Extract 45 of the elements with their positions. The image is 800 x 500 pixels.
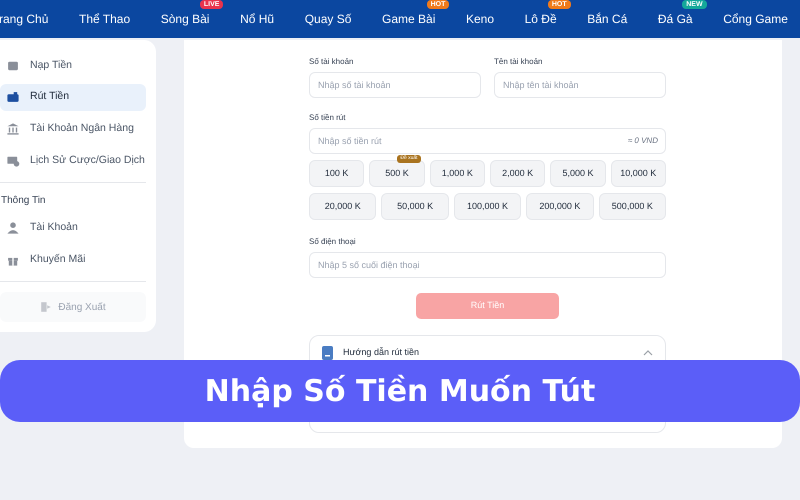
- nav-link[interactable]: Bắn Cá: [587, 12, 628, 26]
- input-field[interactable]: Nhập tên tài khoản: [494, 72, 666, 98]
- guide-title: Hướng dẫn rút tiền: [343, 346, 420, 360]
- sidebar-item[interactable]: Lịch Sử Cược/Giao Dịch: [0, 146, 146, 174]
- chevron-icon[interactable]: [643, 350, 653, 356]
- amount-button[interactable]: 500 K: [369, 160, 425, 187]
- bank-icon: [6, 122, 20, 136]
- amount-button[interactable]: 50,000 K: [381, 193, 449, 220]
- nav-link[interactable]: Lô Đề: [524, 12, 557, 26]
- input-field[interactable]: Nhập số tài khoản: [309, 72, 481, 98]
- field-label: Tên tài khoản: [494, 56, 544, 68]
- field-label: Số tiền rút: [309, 112, 346, 124]
- wallet-icon: [6, 90, 20, 104]
- nav-link[interactable]: Quay Số: [304, 12, 352, 26]
- amount-button[interactable]: 1,000 K: [430, 160, 485, 187]
- nav-link[interactable]: Đá Gà: [658, 12, 693, 26]
- nav-link[interactable]: Sòng Bài: [160, 12, 210, 26]
- user-icon: [6, 221, 20, 236]
- sidebar-item[interactable]: Tài Khoản: [0, 214, 146, 242]
- sidebar-item[interactable]: Rút Tiền: [0, 84, 146, 112]
- amount-button[interactable]: 500,000 K: [598, 193, 666, 220]
- converted-amount: ≈ 0 VND: [628, 136, 658, 146]
- amount-button[interactable]: 100,000 K: [454, 193, 522, 220]
- amount-button[interactable]: 20,000 K: [309, 193, 376, 220]
- sidebar-item[interactable]: Nạp Tiền: [0, 52, 146, 80]
- nav-link[interactable]: Thể Thao: [78, 12, 130, 26]
- nav-link[interactable]: rang Chủ: [0, 12, 48, 26]
- section-heading: Thông Tin: [1, 194, 46, 208]
- nav-link[interactable]: Cổng Game: [723, 12, 788, 26]
- nav-link[interactable]: Game Bài: [382, 12, 436, 26]
- sidebar-item[interactable]: Khuyến Mãi: [0, 246, 146, 274]
- amount-button[interactable]: 100 K: [309, 160, 364, 187]
- amount-button[interactable]: 2,000 K: [490, 160, 546, 187]
- input-field[interactable]: Nhập 5 số cuối điện thoại: [309, 252, 666, 278]
- sidebar-item[interactable]: Tài Khoản Ngân Hàng: [0, 115, 146, 143]
- amount-button[interactable]: 5,000 K: [550, 160, 606, 187]
- logout-icon: [40, 301, 52, 314]
- nav-link[interactable]: Nổ Hũ: [240, 12, 274, 26]
- document-icon: [322, 346, 333, 360]
- nav-link[interactable]: Keno: [466, 12, 494, 26]
- field-label: Số điện thoại: [309, 236, 357, 248]
- amount-button[interactable]: 200,000 K: [526, 193, 594, 220]
- field-label: Số tài khoản: [309, 56, 354, 68]
- amount-button[interactable]: 10,000 K: [610, 160, 666, 187]
- banner-title: Nhập Số Tiền Muốn Tút: [204, 372, 596, 410]
